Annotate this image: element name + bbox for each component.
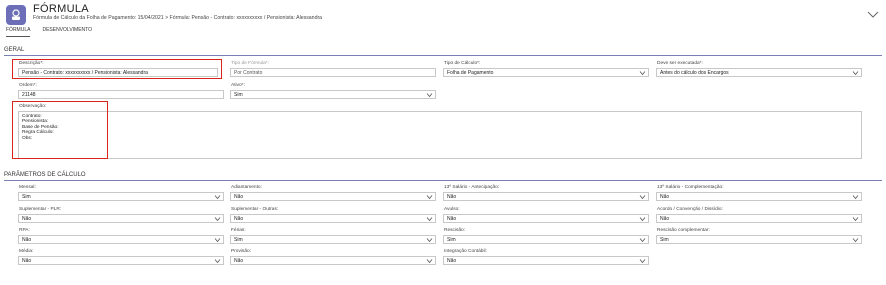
param-label: Suplementar - PLR: bbox=[19, 207, 62, 212]
tipo-calculo-label: Tipo de Cálculo*: bbox=[444, 61, 481, 66]
param-value: Não bbox=[447, 258, 457, 264]
breadcrumb: Fórmula de Cálculo da Folha de Pagamento… bbox=[33, 15, 323, 21]
param-label: Adiantamento: bbox=[231, 185, 262, 190]
param-label: 13º Salário - Complementação: bbox=[657, 185, 724, 190]
param-select[interactable]: Sim bbox=[443, 235, 649, 244]
section-divider bbox=[4, 55, 882, 56]
param-select[interactable]: Sim bbox=[656, 235, 862, 244]
chevron-down-icon bbox=[852, 71, 859, 76]
param-select[interactable]: Não bbox=[443, 214, 649, 223]
ativo-value: Sim bbox=[234, 92, 243, 98]
tab-desenvolvimento[interactable]: DESENVOLVIMENTO bbox=[42, 27, 92, 37]
chevron-down-icon[interactable] bbox=[866, 9, 880, 21]
chevron-down-icon bbox=[639, 71, 646, 76]
param-select[interactable]: Não bbox=[443, 192, 649, 201]
param-label: RPA: bbox=[19, 228, 30, 233]
tipo-formula-input: Por Contrato bbox=[230, 68, 436, 77]
chevron-down-icon bbox=[852, 238, 859, 243]
param-value: Sim bbox=[234, 237, 243, 243]
param-value: Sim bbox=[447, 237, 456, 243]
page-header: FÓRMULA Fórmula de Cálculo da Folha de P… bbox=[0, 0, 886, 36]
param-select[interactable]: Não bbox=[230, 256, 436, 265]
observacao-label: Observação: bbox=[19, 104, 47, 109]
observacao-textarea[interactable]: Contrato: Pensionista: Base de Pensão: R… bbox=[18, 111, 862, 159]
chevron-down-icon bbox=[852, 195, 859, 200]
executada-value: Antes do cálculo dos Encargos bbox=[660, 70, 729, 76]
ordem-label: Ordem*: bbox=[19, 83, 37, 88]
chevron-down-icon bbox=[214, 195, 221, 200]
param-label: Média: bbox=[19, 249, 34, 254]
param-value: Não bbox=[234, 258, 244, 264]
param-value: Não bbox=[660, 216, 670, 222]
ordem-input[interactable]: 21148 bbox=[18, 90, 224, 99]
page-title: FÓRMULA bbox=[33, 3, 89, 15]
section-divider bbox=[4, 180, 882, 181]
chevron-down-icon bbox=[214, 259, 221, 264]
param-label: Rescisão: bbox=[444, 228, 466, 233]
param-label: Provisão: bbox=[231, 249, 251, 254]
param-label: Suplementar - Outras: bbox=[231, 207, 279, 212]
param-label: Mensal: bbox=[19, 185, 36, 190]
param-value: Não bbox=[447, 216, 457, 222]
param-value: Não bbox=[22, 216, 32, 222]
param-value: Sim bbox=[660, 237, 669, 243]
chevron-down-icon bbox=[639, 217, 646, 222]
chevron-down-icon bbox=[426, 259, 433, 264]
tipo-calculo-select[interactable]: Folha de Pagamento bbox=[443, 68, 649, 77]
param-label: Férias: bbox=[231, 228, 246, 233]
param-select[interactable]: Sim bbox=[18, 192, 224, 201]
param-label: Avulso: bbox=[444, 207, 460, 212]
param-label: Rescisão complementar: bbox=[657, 228, 710, 233]
param-select[interactable]: Sim bbox=[230, 235, 436, 244]
tab-formula[interactable]: FÓRMULA bbox=[6, 27, 31, 37]
chevron-down-icon bbox=[639, 259, 646, 264]
chevron-down-icon bbox=[214, 238, 221, 243]
param-select[interactable]: Não bbox=[443, 256, 649, 265]
param-select[interactable]: Não bbox=[656, 214, 862, 223]
chevron-down-icon bbox=[214, 217, 221, 222]
param-value: Não bbox=[447, 194, 457, 200]
param-value: Não bbox=[234, 216, 244, 222]
param-select[interactable]: Não bbox=[230, 192, 436, 201]
param-select[interactable]: Não bbox=[18, 256, 224, 265]
executada-label: Deve ser executada*: bbox=[657, 61, 703, 66]
chevron-down-icon bbox=[426, 238, 433, 243]
observacao-line: Obs: bbox=[22, 135, 33, 141]
executada-select[interactable]: Antes do cálculo dos Encargos bbox=[656, 68, 862, 77]
formula-app-icon bbox=[6, 5, 26, 25]
param-label: 13º Salário - Antecipação: bbox=[444, 185, 500, 190]
param-label: Integração Contábil: bbox=[444, 249, 487, 254]
tab-bar: FÓRMULA DESENVOLVIMENTO bbox=[6, 27, 92, 37]
param-label: Acordo / Convenção / Dissídio: bbox=[657, 207, 723, 212]
descricao-input[interactable]: Pensão - Contrato: xxxxxxxxxx / Pensioni… bbox=[18, 68, 218, 77]
ativo-label: Ativo*: bbox=[231, 83, 245, 88]
chevron-down-icon bbox=[426, 217, 433, 222]
chevron-down-icon bbox=[426, 93, 433, 98]
param-value: Não bbox=[660, 194, 670, 200]
chevron-down-icon bbox=[426, 195, 433, 200]
param-value: Não bbox=[234, 194, 244, 200]
param-select[interactable]: Não bbox=[18, 235, 224, 244]
chevron-down-icon bbox=[639, 195, 646, 200]
param-select[interactable]: Não bbox=[230, 214, 436, 223]
param-select[interactable]: Não bbox=[656, 192, 862, 201]
param-value: Não bbox=[22, 237, 32, 243]
chevron-down-icon bbox=[852, 217, 859, 222]
section-title-geral: GERAL bbox=[4, 47, 25, 53]
descricao-label: Descrição*: bbox=[19, 61, 44, 66]
tipo-formula-label: Tipo de Fórmula*: bbox=[231, 61, 269, 66]
ativo-select[interactable]: Sim bbox=[230, 90, 436, 99]
param-select[interactable]: Não bbox=[18, 214, 224, 223]
param-value: Não bbox=[22, 258, 32, 264]
tipo-calculo-value: Folha de Pagamento bbox=[447, 70, 494, 76]
param-value: Sim bbox=[22, 194, 31, 200]
chevron-down-icon bbox=[639, 238, 646, 243]
section-title-parametros: PARÂMETROS DE CÁLCULO bbox=[4, 172, 86, 178]
